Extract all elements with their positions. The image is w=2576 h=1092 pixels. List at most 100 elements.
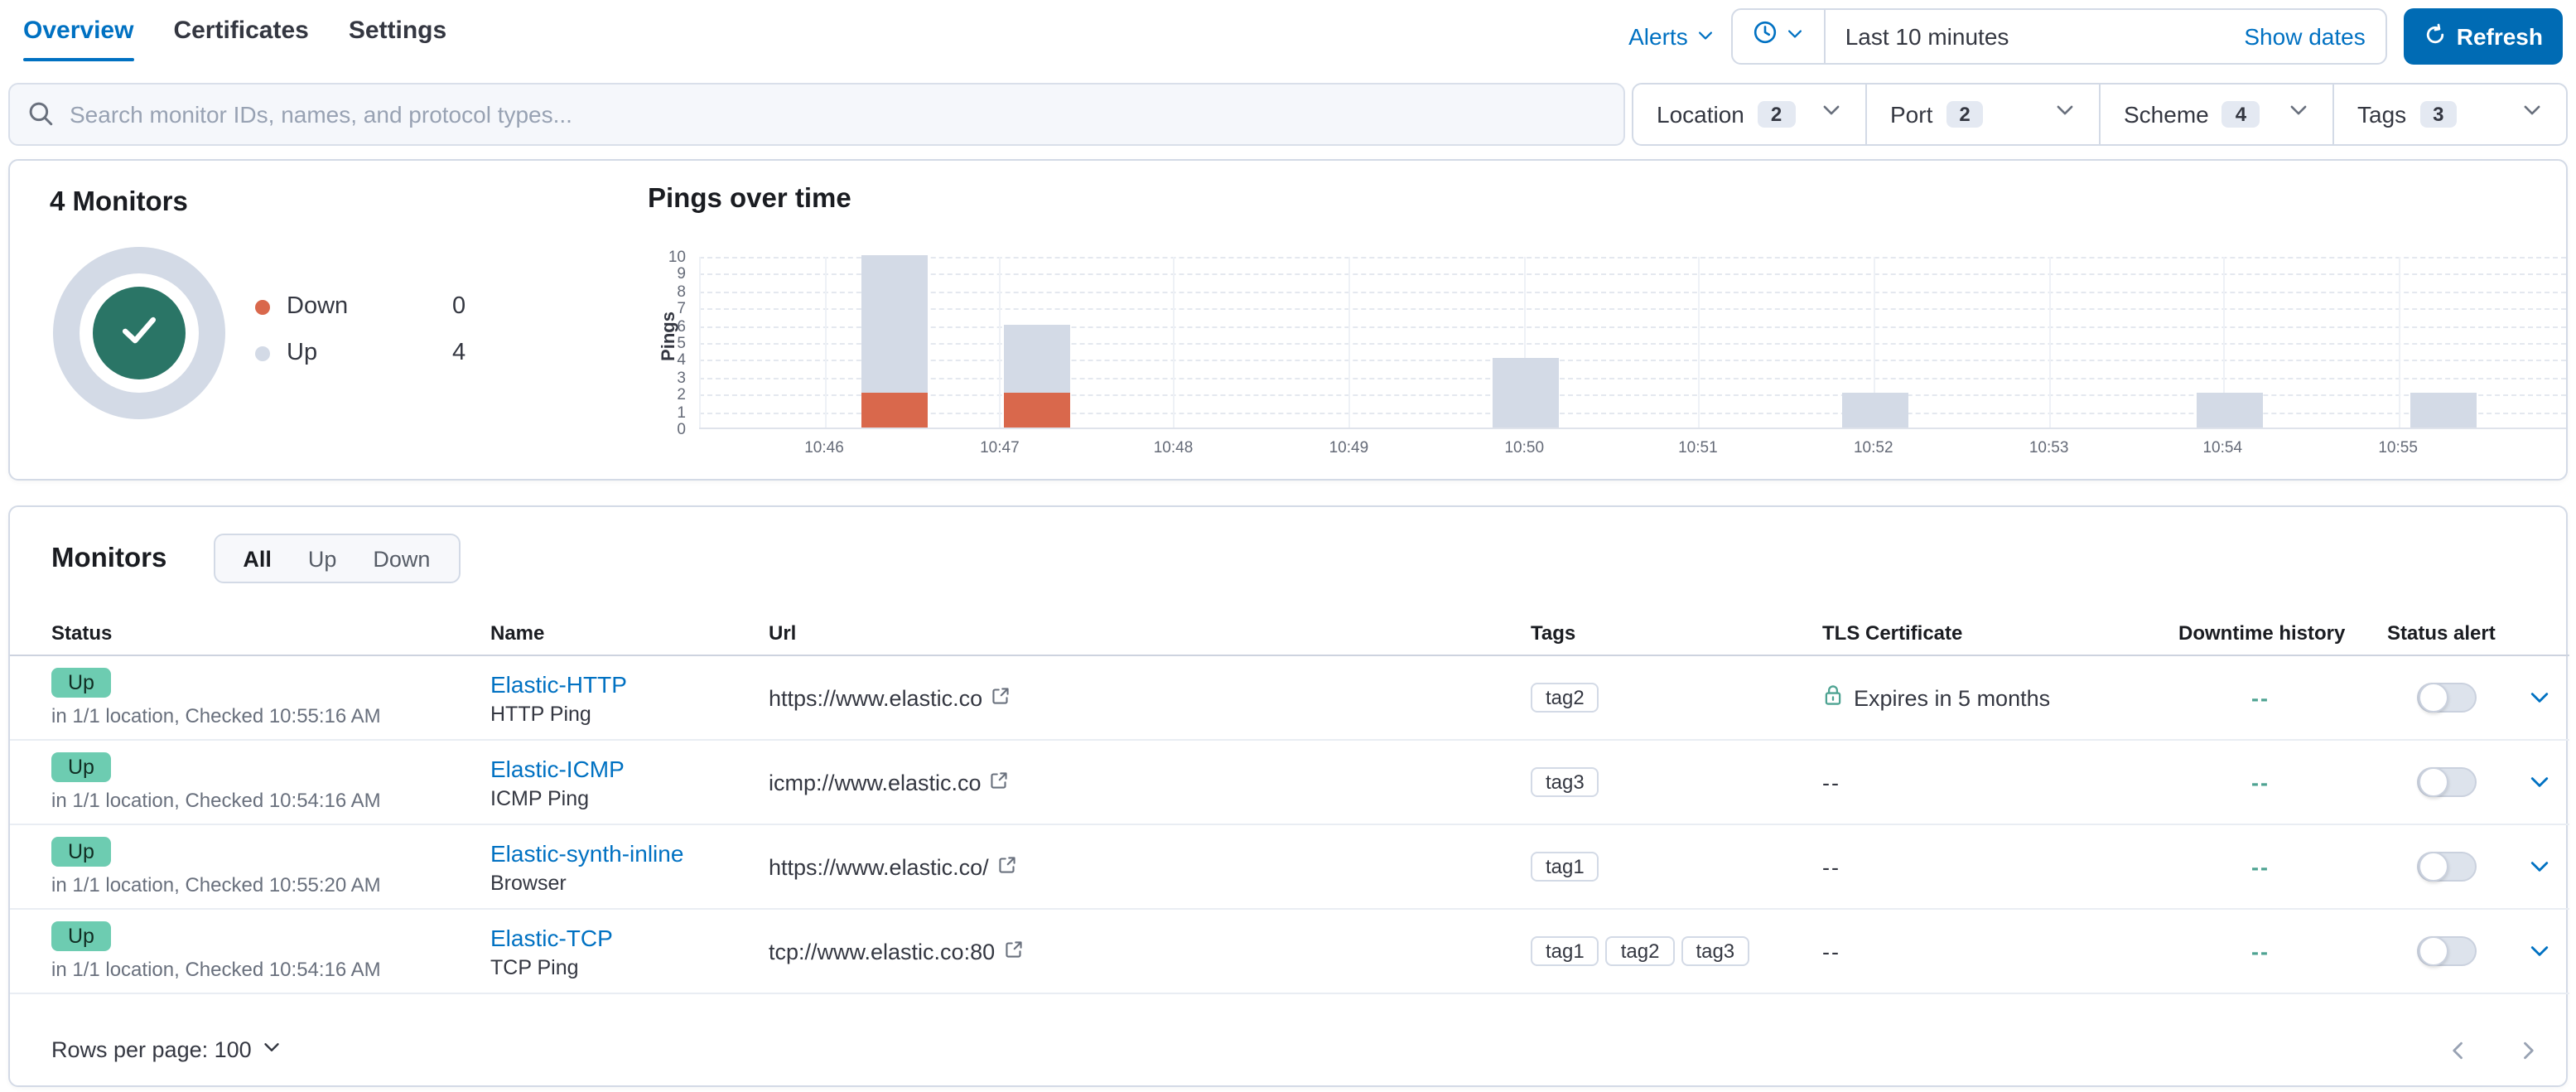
downtime-history-cell: -- bbox=[2251, 685, 2270, 710]
table-footer: Rows per page: 100 bbox=[51, 1037, 2540, 1062]
time-range-label[interactable]: Last 10 minutes bbox=[1826, 23, 2245, 50]
legend-row-up: Up 4 bbox=[255, 340, 519, 366]
column-header-name: Name bbox=[490, 621, 545, 644]
ping-bar-10:47:10 bbox=[1003, 324, 1070, 428]
url-cell[interactable]: https://www.elastic.co/ bbox=[769, 854, 1531, 879]
status-alert-toggle[interactable] bbox=[2417, 936, 2477, 966]
all-up-indicator bbox=[93, 287, 186, 379]
x-tick-label: 10:53 bbox=[2028, 439, 2069, 457]
tab-overview[interactable]: Overview bbox=[23, 17, 133, 61]
status-filter-down[interactable]: Down bbox=[355, 546, 448, 571]
status-filter-all[interactable]: All bbox=[224, 546, 290, 571]
up-pings-segment bbox=[1493, 358, 1560, 428]
status-donut-chart bbox=[53, 247, 225, 419]
search-row: Location 2 Port 2 Scheme 4 Tags 3 bbox=[8, 83, 2568, 146]
filter-tags[interactable]: Tags 3 bbox=[2334, 85, 2566, 144]
gridline bbox=[699, 257, 701, 428]
tab-certificates[interactable]: Certificates bbox=[173, 17, 308, 61]
tls-expiry-text: Expires in 5 months bbox=[1854, 685, 2051, 710]
url-cell[interactable]: https://www.elastic.co bbox=[769, 685, 1531, 710]
url-cell[interactable]: icmp://www.elastic.co bbox=[769, 770, 1531, 795]
filter-label: Location bbox=[1657, 101, 1744, 128]
monitor-name-link[interactable]: Elastic-synth-inline bbox=[490, 839, 769, 866]
column-header-downtime-history: Downtime history bbox=[2178, 621, 2346, 644]
y-tick-label: 2 bbox=[677, 386, 686, 405]
column-header-tls-certificate: TLS Certificate bbox=[1822, 621, 1963, 644]
tls-empty-value: -- bbox=[1822, 939, 1840, 964]
monitor-name-link[interactable]: Elastic-TCP bbox=[490, 924, 769, 950]
search-box bbox=[8, 83, 1625, 146]
status-detail: in 1/1 location, Checked 10:55:16 AM bbox=[51, 704, 381, 727]
expand-row-button[interactable] bbox=[2528, 855, 2569, 878]
up-pings-segment bbox=[1003, 324, 1070, 394]
status-badge: Up bbox=[51, 752, 111, 782]
time-picker-quick-menu[interactable] bbox=[1733, 10, 1826, 63]
expand-row-button[interactable] bbox=[2528, 686, 2569, 709]
legend-dot bbox=[255, 345, 270, 360]
gridline bbox=[699, 394, 2566, 397]
gridline bbox=[699, 257, 2566, 259]
time-picker: Last 10 minutes Show dates bbox=[1730, 8, 2387, 65]
tls-cell: -- bbox=[1822, 854, 2178, 879]
gridline bbox=[699, 326, 2566, 328]
clock-icon bbox=[1753, 20, 1778, 53]
alerts-label: Alerts bbox=[1628, 23, 1688, 50]
up-pings-segment bbox=[2410, 393, 2477, 428]
url-cell[interactable]: tcp://www.elastic.co:80 bbox=[769, 939, 1531, 964]
monitor-type: Browser bbox=[490, 871, 567, 894]
status-alert-toggle[interactable] bbox=[2417, 683, 2477, 713]
ping-bar-10:54:00 bbox=[2197, 393, 2264, 428]
lock-icon bbox=[1822, 684, 1844, 711]
name-cell: Elastic-TCP TCP Ping bbox=[490, 924, 769, 978]
search-input[interactable] bbox=[8, 83, 1625, 146]
x-tick-label: 10:51 bbox=[1678, 439, 1718, 457]
status-alert-toggle[interactable] bbox=[2417, 767, 2477, 797]
tag-badge: tag3 bbox=[1531, 767, 1599, 797]
y-tick-label: 1 bbox=[677, 403, 686, 423]
filter-location[interactable]: Location 2 bbox=[1633, 85, 1867, 144]
status-alert-cell bbox=[2387, 852, 2528, 882]
filter-count-badge: 2 bbox=[1946, 101, 1984, 128]
pings-chart-title: Pings over time bbox=[648, 184, 851, 214]
external-link-icon bbox=[990, 770, 1010, 795]
monitor-name-link[interactable]: Elastic-ICMP bbox=[490, 755, 769, 781]
up-pings-segment bbox=[1842, 393, 1908, 428]
chevron-down-icon bbox=[2054, 99, 2076, 129]
refresh-label: Refresh bbox=[2456, 23, 2543, 50]
monitors-count-title: 4 Monitors bbox=[50, 187, 188, 217]
status-detail: in 1/1 location, Checked 10:54:16 AM bbox=[51, 789, 381, 812]
column-header-status-alert: Status alert bbox=[2387, 621, 2496, 644]
down-pings-segment bbox=[861, 393, 929, 428]
up-pings-segment bbox=[861, 255, 929, 394]
status-filter-up[interactable]: Up bbox=[290, 546, 355, 571]
legend-label: Down bbox=[287, 293, 349, 320]
rows-per-page-button[interactable]: Rows per page: 100 bbox=[51, 1037, 282, 1062]
tag-badge: tag1 bbox=[1531, 936, 1599, 966]
filter-label: Scheme bbox=[2124, 101, 2209, 128]
gridline bbox=[2398, 257, 2400, 428]
column-header-status: Status bbox=[51, 621, 113, 644]
show-dates-button[interactable]: Show dates bbox=[2244, 23, 2385, 50]
gridline bbox=[1348, 257, 1351, 428]
gridline bbox=[699, 308, 2566, 311]
previous-page-button[interactable] bbox=[2447, 1038, 2470, 1061]
tab-settings[interactable]: Settings bbox=[349, 17, 446, 61]
expand-row-button[interactable] bbox=[2528, 940, 2569, 963]
alerts-dropdown[interactable]: Alerts bbox=[1628, 23, 1715, 50]
url-text: https://www.elastic.co/ bbox=[769, 854, 989, 879]
status-badge: Up bbox=[51, 837, 111, 867]
filter-port[interactable]: Port 2 bbox=[1867, 85, 2101, 144]
refresh-button[interactable]: Refresh bbox=[2403, 8, 2563, 65]
url-text: icmp://www.elastic.co bbox=[769, 770, 982, 795]
external-link-icon bbox=[997, 854, 1017, 879]
stats-panel: 4 Monitors Down 0 Up 4 Pings over time P… bbox=[8, 159, 2568, 481]
filter-scheme[interactable]: Scheme 4 bbox=[2101, 85, 2334, 144]
monitor-name-link[interactable]: Elastic-HTTP bbox=[490, 670, 769, 697]
next-page-button[interactable] bbox=[2516, 1038, 2540, 1061]
monitor-type: ICMP Ping bbox=[490, 786, 590, 809]
expand-row-button[interactable] bbox=[2528, 771, 2569, 794]
tag-badge: tag2 bbox=[1605, 936, 1675, 966]
status-badge: Up bbox=[51, 668, 111, 698]
status-alert-toggle[interactable] bbox=[2417, 852, 2477, 882]
monitor-row-elastic-synth-inline: Up in 1/1 location, Checked 10:55:20 AM … bbox=[10, 825, 2569, 910]
